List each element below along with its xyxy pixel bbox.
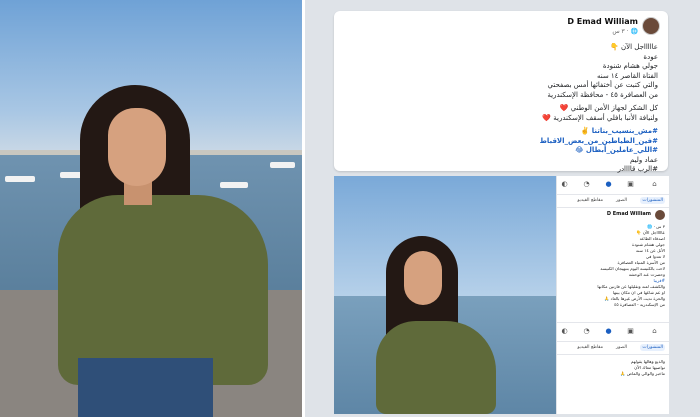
post-body: عاااااجل الآن 👇 عودة جولي هشام شنودة الف… [348,43,658,175]
people-icon[interactable]: ● [605,328,612,335]
mini-line: من الإسكندرية - العصافرة ٤٥ [614,302,665,307]
boat [5,176,35,182]
video-icon[interactable]: ▣ [627,181,634,188]
tab-videos[interactable]: مقاطع الفيديو [575,344,605,351]
mini-navbar-2: ◐ ◔ ● ▣ ⌂ [557,322,669,342]
home-icon[interactable]: ⌂ [651,181,658,188]
globe-icon: 🌐 [630,28,638,35]
tab-posts[interactable]: المنشورات [640,197,665,204]
tab-photos[interactable]: الصور [614,197,629,204]
video-icon[interactable]: ▣ [627,328,634,335]
boat [220,182,248,188]
post-card: D Emad William ٣ س · 🌐 عاااااجل الآن 👇 ع… [334,11,668,173]
menu-icon[interactable]: ◐ [561,181,568,188]
boat [270,162,295,168]
mini-tabs: المنشورات الصور مقاطع الفيديو [557,195,669,208]
post-time: ٣ س · 🌐 [612,28,638,35]
post-line: من العصافرة ٤٥ - محافظة الإسكندرية [547,90,658,99]
avatar[interactable] [642,17,660,35]
post-line: والتي كتبت عن أختفائها أمس بصفحتي [547,81,658,89]
mini-body: ٣ س · 🌐 عاااااجل الآن 👇 اصدقاء الطاعة جو… [557,224,669,308]
post-author[interactable]: D Emad William [567,17,638,26]
mini-tabs-2: المنشورات الصور مقاطع الفيديو [557,342,669,355]
hashtag-link[interactable]: #اللي_عاملين_أبطال 😂 [348,146,658,156]
post-signature: عماد وليم [630,155,658,164]
post-line: الفتاة القاصر ١٤ سنه [596,71,658,80]
face [108,108,166,186]
notifications-icon[interactable]: ◔ [583,181,590,188]
post-line: جولي هشام شنودة [602,62,658,70]
avatar[interactable] [655,210,665,220]
jeans [78,358,213,417]
post-line: عاااااجل الآن 👇 [610,43,658,51]
tab-photos[interactable]: الصور [614,344,629,351]
shared-photo[interactable] [334,176,556,414]
shirt [58,195,268,385]
tab-videos[interactable]: مقاطع الفيديو [575,197,605,204]
shirt [376,321,496,414]
face [404,251,442,305]
people-icon[interactable]: ● [605,181,612,188]
mini-author[interactable]: D Emad William [607,211,651,217]
post-line: عودة [643,52,658,61]
notifications-icon[interactable]: ◔ [583,328,590,335]
post-line: ولنيافة الأنبا بافلي أسقف الإسكندرية ❤️ [542,113,658,122]
mini-screenshot[interactable]: ◐ ◔ ● ▣ ⌂ المنشورات الصور مقاطع الفيديو … [557,176,669,414]
hashtag-link[interactable]: #فين_الطياطين_من_بعض_الاقباط [348,137,658,147]
mini-header: D Emad William [557,208,669,224]
mini-navbar: ◐ ◔ ● ▣ ⌂ [557,176,669,195]
hashtag-link[interactable]: #مش_بنسيب_بناتنا ✌️ [348,127,658,137]
mini-line: ماخبر والوالي والماض 🙏 [620,371,665,376]
home-icon[interactable]: ⌂ [651,328,658,335]
menu-icon[interactable]: ◐ [561,328,568,335]
tab-posts[interactable]: المنشورات [640,344,665,351]
post-line: كل الشكر لجهاز الأمن الوطني ❤️ [559,104,658,112]
left-photo [0,0,302,417]
post-line: #الرب قاااادر [617,165,658,173]
mini-body-2: والذيع وهالها يقولهم تواصيها معاك الآن م… [557,359,669,377]
